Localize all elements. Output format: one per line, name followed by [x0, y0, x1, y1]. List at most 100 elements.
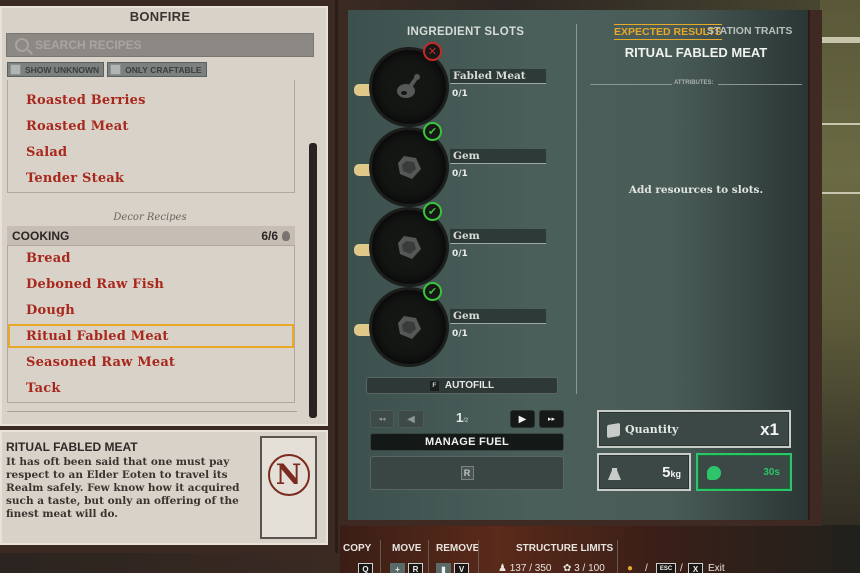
- slot-ingredient-name: Gem: [450, 309, 546, 324]
- tab-station-traits[interactable]: STATION TRAITS: [707, 25, 792, 37]
- page-indicator: 1/2: [456, 410, 468, 425]
- decor-recipes-label: Decor Recipes: [113, 212, 187, 223]
- exit-key[interactable]: X: [688, 563, 703, 573]
- weight-unit: kg: [670, 469, 681, 479]
- autofill-button[interactable]: F AUTOFILL: [366, 377, 558, 394]
- hud-separator: [380, 540, 381, 573]
- hud-move-key[interactable]: R: [408, 563, 423, 573]
- craft-time-box: 30s: [696, 453, 792, 491]
- crafting-panel-frame-bottom: [348, 520, 822, 526]
- keybind-r: R: [460, 466, 474, 480]
- category-name: COOKING: [12, 228, 70, 243]
- check-status-icon: ✔: [423, 282, 442, 301]
- structure-limits-label: STRUCTURE LIMITS: [516, 543, 614, 554]
- recipe-item[interactable]: Tender Steak: [26, 171, 124, 186]
- result-item-title: RITUAL FABLED MEAT: [624, 45, 768, 60]
- hud-separator: [478, 540, 479, 573]
- autofill-label: AUTOFILL: [444, 380, 495, 391]
- exit-label: Exit: [708, 563, 725, 573]
- mouse-icon: ●: [627, 563, 634, 573]
- recipe-description-text: It has oft been said that one must pay r…: [6, 456, 240, 520]
- structure-limit-a: ♟ 137 / 350: [498, 563, 552, 573]
- recipe-card: N: [260, 436, 317, 539]
- quantity-box[interactable]: Quantity x1: [597, 410, 791, 448]
- gem-icon: [398, 236, 421, 259]
- recipe-item-selected[interactable]: Ritual Fabled Meat: [26, 329, 169, 344]
- slot-disc[interactable]: [372, 130, 446, 204]
- search-recipes-field[interactable]: [6, 33, 314, 57]
- first-page-button[interactable]: ◂◂: [370, 410, 394, 428]
- ingredient-slot[interactable]: ✔ Gem 0/1: [354, 202, 554, 288]
- search-input[interactable]: [35, 38, 295, 52]
- recipe-item[interactable]: Roasted Meat: [26, 119, 129, 134]
- category-emblem-icon: [282, 230, 290, 241]
- meat-icon: [397, 74, 420, 98]
- ingredient-slot[interactable]: ✔ Gem 0/1: [354, 282, 554, 368]
- recipe-item[interactable]: Dough: [26, 303, 75, 318]
- manage-fuel-button[interactable]: MANAGE FUEL: [370, 433, 564, 451]
- hud-remove-key[interactable]: V: [454, 563, 469, 573]
- hud-copy-key[interactable]: Q: [358, 563, 373, 573]
- structure-limit-b: ✿ 3 / 100: [563, 563, 605, 573]
- check-status-icon: ✔: [423, 122, 442, 141]
- show-unknown-toggle[interactable]: SHOW UNKNOWN: [7, 62, 105, 77]
- weight-icon: [608, 468, 621, 480]
- slot-disc[interactable]: [372, 50, 446, 124]
- recipe-item[interactable]: Deboned Raw Fish: [26, 277, 164, 292]
- slot-disc[interactable]: [372, 290, 446, 364]
- weight-value: 5kg: [662, 464, 681, 481]
- quantity-label: Quantity: [625, 423, 679, 436]
- page-total: /2: [463, 418, 469, 424]
- recipe-item[interactable]: Salad: [26, 145, 67, 160]
- empty-results-message: Add resources to slots.: [628, 184, 764, 196]
- structure-limit-b-value: 3 / 100: [574, 563, 605, 573]
- station-title: BONFIRE: [129, 9, 191, 24]
- slot-disc[interactable]: [372, 210, 446, 284]
- recipe-emblem-icon: N: [267, 453, 310, 496]
- category-header-cooking[interactable]: COOKING 6/6: [7, 226, 295, 245]
- keybind-f: F: [429, 380, 439, 391]
- slot-ingredient-amount: 0/1: [452, 89, 468, 99]
- fuel-slot[interactable]: R: [370, 456, 564, 490]
- hud-separator: [428, 540, 429, 573]
- hud-copy-label: COPY: [343, 543, 372, 554]
- search-icon: [15, 38, 29, 52]
- tab-expected-results[interactable]: EXPECTED RESULTS: [614, 24, 722, 40]
- recipe-description-title: RITUAL FABLED MEAT: [6, 440, 138, 454]
- cube-icon: [607, 422, 620, 439]
- last-page-button[interactable]: ▸▸: [539, 410, 564, 428]
- hud-separator: [617, 540, 618, 573]
- recipe-item[interactable]: Seasoned Raw Meat: [26, 355, 175, 370]
- slot-ingredient-amount: 0/1: [452, 329, 468, 339]
- attributes-label: ATTRIBUTES:: [674, 80, 714, 86]
- next-page-button[interactable]: ▶: [510, 410, 535, 428]
- checkbox-icon[interactable]: [110, 64, 122, 75]
- slot-ingredient-name: Gem: [450, 149, 546, 164]
- crafting-panel-frame: [808, 10, 822, 526]
- weight-box: 5kg: [597, 453, 691, 491]
- slot-ingredient-amount: 0/1: [452, 249, 468, 259]
- esc-key[interactable]: ESC: [656, 563, 676, 573]
- slash-separator: /: [680, 563, 683, 573]
- ingredient-slot[interactable]: ✕ Fabled Meat 0/1: [354, 42, 554, 128]
- recipe-list-scrollbar[interactable]: [309, 143, 317, 418]
- checkbox-icon[interactable]: [10, 64, 21, 75]
- ingredient-slots-title: INGREDIENT SLOTS: [407, 26, 525, 38]
- category-count: 6/6: [261, 229, 290, 243]
- quantity-value: x1: [760, 420, 779, 439]
- recipe-item[interactable]: Tack: [26, 381, 61, 396]
- recipe-item[interactable]: Bread: [26, 251, 71, 266]
- attributes-divider: [590, 84, 672, 85]
- only-craftable-toggle[interactable]: ONLY CRAFTABLE: [107, 62, 207, 77]
- structure-limit-a-value: 137 / 350: [509, 563, 552, 573]
- attributes-divider: [718, 84, 802, 85]
- recipe-item[interactable]: Roasted Berries: [26, 93, 146, 108]
- gem-icon: [398, 316, 421, 339]
- scene-wall-right: [820, 0, 860, 573]
- filter-label: ONLY CRAFTABLE: [125, 64, 202, 75]
- recipe-filters: SHOW UNKNOWN ONLY CRAFTABLE: [7, 62, 207, 77]
- gem-icon: [398, 156, 421, 179]
- prev-page-button[interactable]: ◀: [398, 410, 424, 428]
- ingredient-slot[interactable]: ✔ Gem 0/1: [354, 122, 554, 208]
- craft-time-value: 30s: [763, 467, 780, 478]
